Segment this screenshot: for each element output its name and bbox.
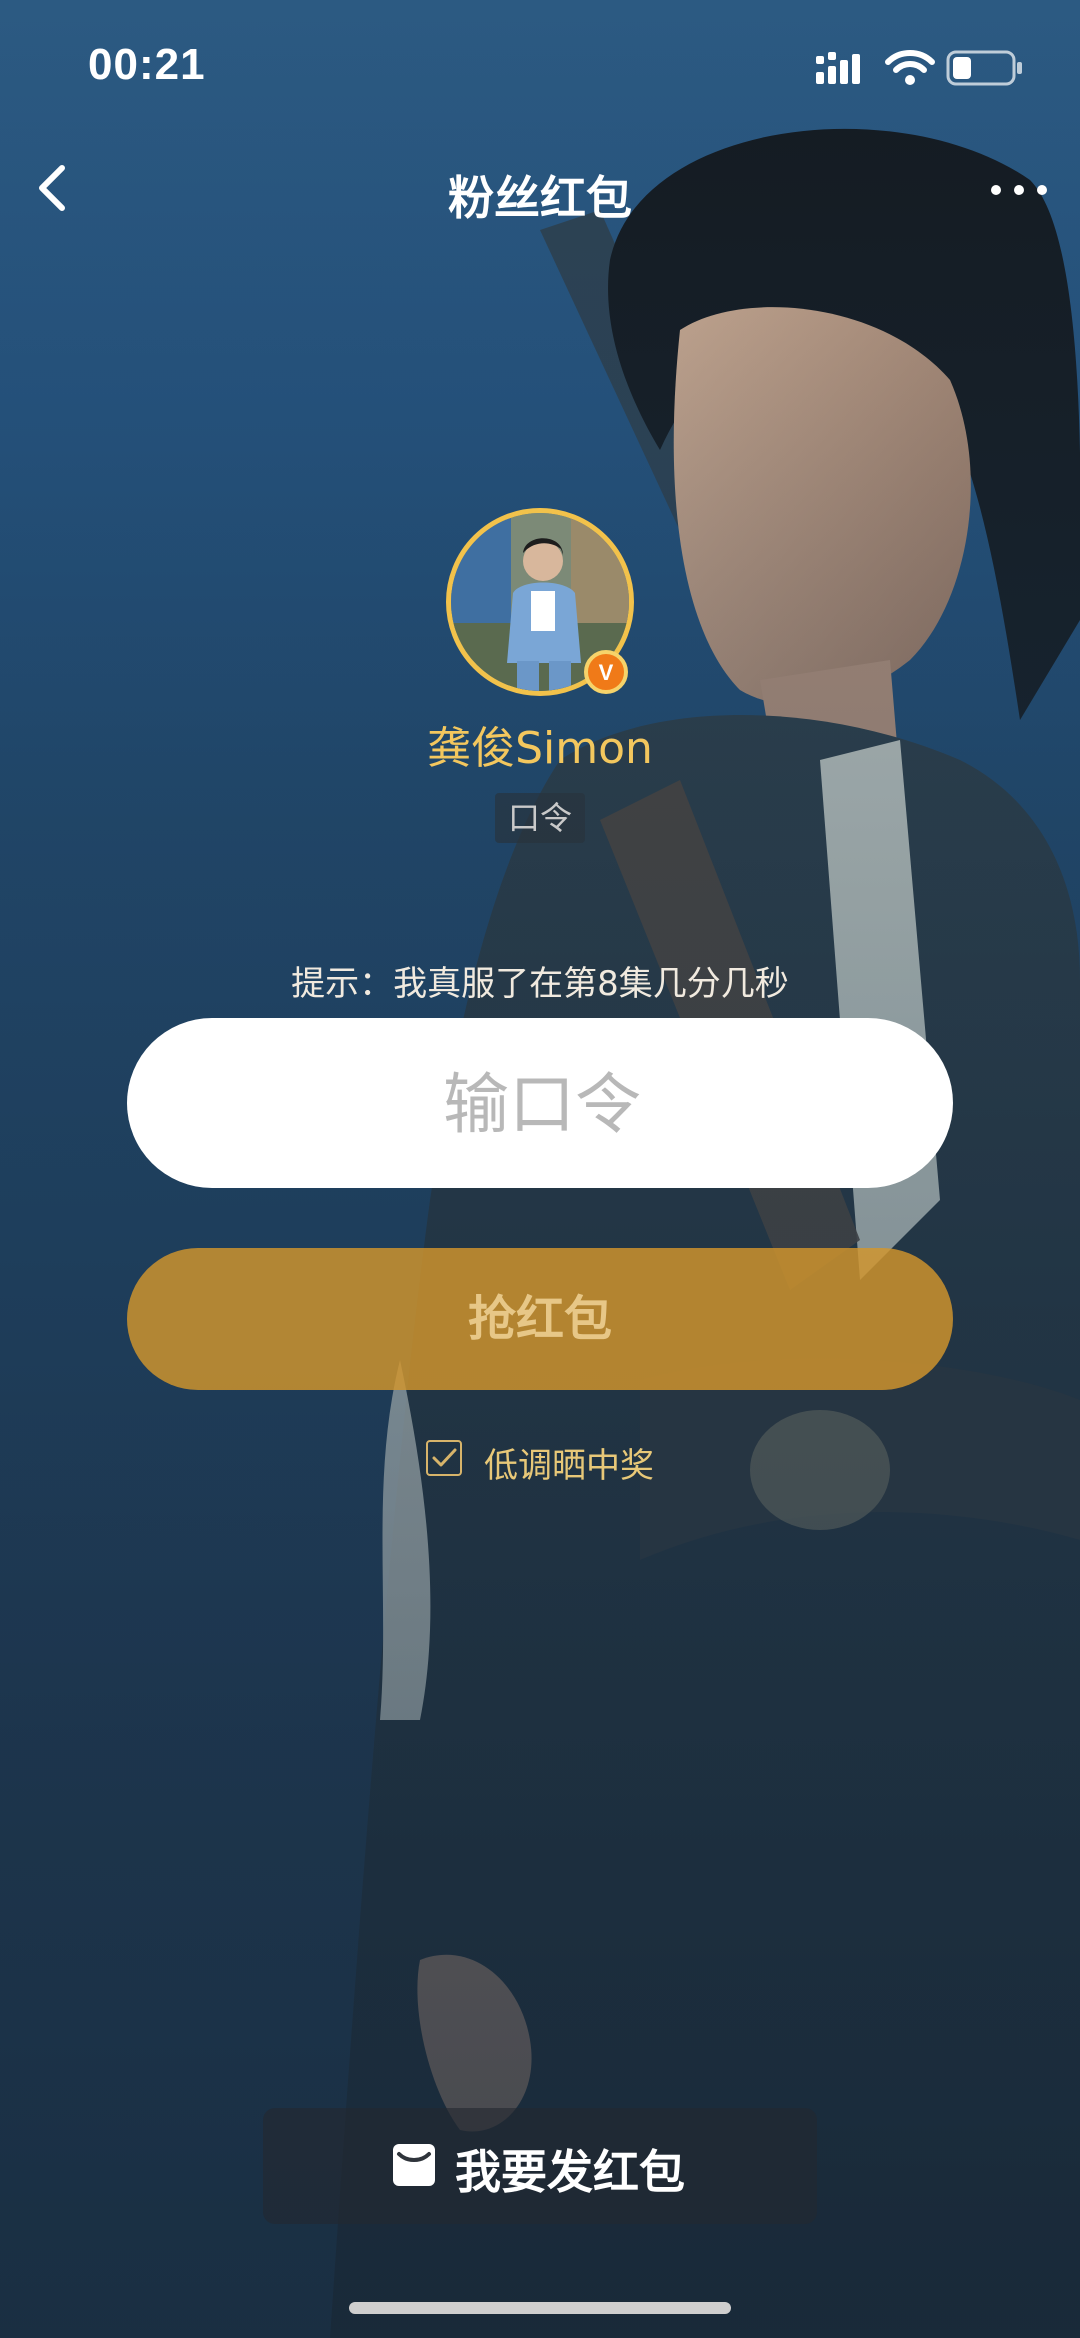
sender-name: 龚俊Simon xyxy=(427,723,653,774)
home-indicator[interactable] xyxy=(349,2302,731,2314)
signal-icon xyxy=(816,52,860,84)
password-input[interactable] xyxy=(127,1018,957,1190)
status-time: 00:21 xyxy=(88,40,206,89)
checkmark-icon xyxy=(432,1448,457,1467)
verified-v-icon: V xyxy=(599,660,614,685)
password-input-container xyxy=(127,1018,957,1190)
packet-type-tag: 口令 xyxy=(495,793,585,843)
page-title: 粉丝红包 xyxy=(448,171,632,225)
battery-icon xyxy=(946,50,1022,86)
verified-badge-text: V xyxy=(599,660,614,685)
low-key-label: 低调晒中奖 xyxy=(484,1446,654,1486)
verified-badge-icon: V xyxy=(584,650,628,694)
status-bar: 00:21 xyxy=(0,0,1080,130)
send-red-packet-label: 我要发红包 xyxy=(455,2145,685,2199)
nav-bar: 粉丝红包 xyxy=(0,140,1080,240)
password-hint: 提示：我真服了在第8集几分几秒 xyxy=(291,964,789,1004)
red-packet-icon xyxy=(393,2144,435,2186)
wifi-icon xyxy=(885,50,935,85)
fan-red-packet-screen: 00:21 粉丝红包 V 龚俊Simon 口令 提示：我真服了在第8集几分几秒 … xyxy=(0,0,1080,2338)
low-key-checkbox[interactable] xyxy=(426,1440,462,1476)
status-icons xyxy=(816,50,1022,86)
grab-red-packet-button[interactable]: 抢红包 xyxy=(127,1248,953,1390)
send-red-packet-button[interactable]: 我要发红包 xyxy=(263,2108,817,2224)
more-button[interactable] xyxy=(984,162,1054,218)
more-horizontal-icon xyxy=(991,185,1047,195)
